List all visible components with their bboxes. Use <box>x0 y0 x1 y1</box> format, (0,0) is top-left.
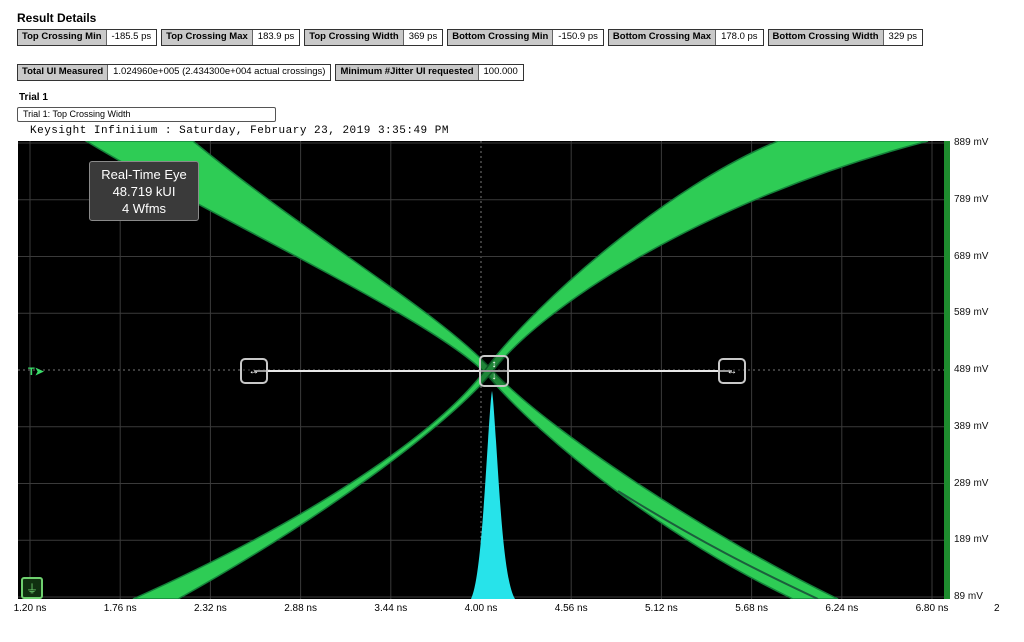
trial-selector[interactable]: Trial 1: Top Crossing Width <box>17 107 276 122</box>
y-tick-label: 289 mV <box>954 477 989 489</box>
metrics-row-crossing: Top Crossing Min -185.5 ps Top Crossing … <box>17 29 924 46</box>
metric-label: Bottom Crossing Min <box>448 30 554 45</box>
trigger-marker-icon: T➤ <box>28 366 44 378</box>
metric-bottom-crossing-width: Bottom Crossing Width 329 ps <box>767 29 924 46</box>
time-axis-extra: 2 <box>994 603 1000 614</box>
metric-total-ui-measured: Total UI Measured 1.024960e+005 (2.43430… <box>17 64 332 81</box>
x-tick-label: 1.20 ns <box>13 603 47 614</box>
time-axis: 1.20 ns 1.76 ns 2.32 ns 2.88 ns 3.44 ns 4.00 … <box>14 599 1004 619</box>
metric-label: Bottom Crossing Max <box>608 30 717 45</box>
x-tick-label: 6.80 ns <box>915 603 949 614</box>
trigger-marker-label: T <box>28 366 35 378</box>
scope-banner: Keysight Infiniium : Saturday, February … <box>30 125 449 137</box>
metrics-row-ui: Total UI Measured 1.024960e+005 (2.43430… <box>17 64 524 81</box>
y-tick-label: 189 mV <box>954 534 989 546</box>
metric-label: Total UI Measured <box>18 65 109 80</box>
result-details-title: Result Details <box>17 11 97 25</box>
metric-label: Bottom Crossing Width <box>768 30 884 45</box>
info-ui-count: 48.719 kUI <box>112 184 176 199</box>
x-tick-label: 3.44 ns <box>374 603 408 614</box>
y-tick-label: 389 mV <box>954 420 989 432</box>
metric-bottom-crossing-max: Bottom Crossing Max 178.0 ps <box>607 29 764 46</box>
metric-bottom-crossing-min: Bottom Crossing Min -150.9 ps <box>447 29 604 46</box>
y-tick-label: 689 mV <box>954 250 989 262</box>
trial-heading: Trial 1 <box>19 92 48 103</box>
metric-value: -150.9 ps <box>558 31 598 42</box>
y-tick-label: 589 mV <box>954 307 989 319</box>
ground-marker-icon[interactable]: ⏚ <box>21 577 43 599</box>
cursor-right-handle[interactable]: ↔ <box>718 358 746 384</box>
metric-value: 183.9 ps <box>257 31 295 42</box>
metric-top-crossing-width: Top Crossing Width 369 ps <box>304 29 444 46</box>
x-tick-label: 2.32 ns <box>193 603 227 614</box>
info-waveforms: 4 Wfms <box>121 201 167 216</box>
y-tick-label: 889 mV <box>954 137 989 148</box>
info-mode: Real-Time Eye <box>101 167 187 182</box>
x-tick-label: 4.00 ns <box>464 603 498 614</box>
y-tick-label: 489 mV <box>954 364 989 375</box>
metric-value: 1.024960e+005 (2.434300e+004 actual cros… <box>113 66 326 77</box>
eye-diagram-display[interactable]: Real-Time Eye 48.719 kUI 4 Wfms T➤ ↔ ↕ ↓ … <box>18 141 944 599</box>
real-time-eye-info: Real-Time Eye 48.719 kUI 4 Wfms <box>89 161 199 221</box>
metric-value: 329 ps <box>888 31 918 42</box>
voltage-scale-bar <box>944 141 950 599</box>
metric-top-crossing-min: Top Crossing Min -185.5 ps <box>17 29 158 46</box>
metric-value: 100.000 <box>483 66 518 77</box>
cursor-left-handle[interactable]: ↔ <box>240 358 268 384</box>
y-tick-label: 789 mV <box>954 193 989 205</box>
x-tick-label: 6.24 ns <box>825 603 859 614</box>
metric-top-crossing-max: Top Crossing Max 183.9 ps <box>161 29 301 46</box>
x-tick-label: 2.88 ns <box>284 603 317 614</box>
x-tick-label: 5.68 ns <box>735 603 768 614</box>
metric-min-jitter-ui: Minimum #Jitter UI requested 100.000 <box>335 64 524 81</box>
metric-label: Minimum #Jitter UI requested <box>336 65 479 80</box>
metric-label: Top Crossing Min <box>18 30 107 45</box>
metric-value: -185.5 ps <box>111 31 152 42</box>
jitter-histogram <box>471 391 515 599</box>
voltage-scale: 889 mV 789 mV 689 mV 589 mV 489 mV 389 mV 289 … <box>944 137 1004 602</box>
x-tick-label: 4.56 ns <box>554 603 588 614</box>
metric-value: 178.0 ps <box>721 31 758 42</box>
metric-label: Top Crossing Width <box>305 30 404 45</box>
metric-value: 369 ps <box>408 31 438 42</box>
x-tick-label: 1.76 ns <box>103 603 137 614</box>
metric-label: Top Crossing Max <box>162 30 253 45</box>
cursor-center-handle[interactable]: ↕ ↓ <box>479 355 509 387</box>
x-tick-label: 5.12 ns <box>644 603 678 614</box>
